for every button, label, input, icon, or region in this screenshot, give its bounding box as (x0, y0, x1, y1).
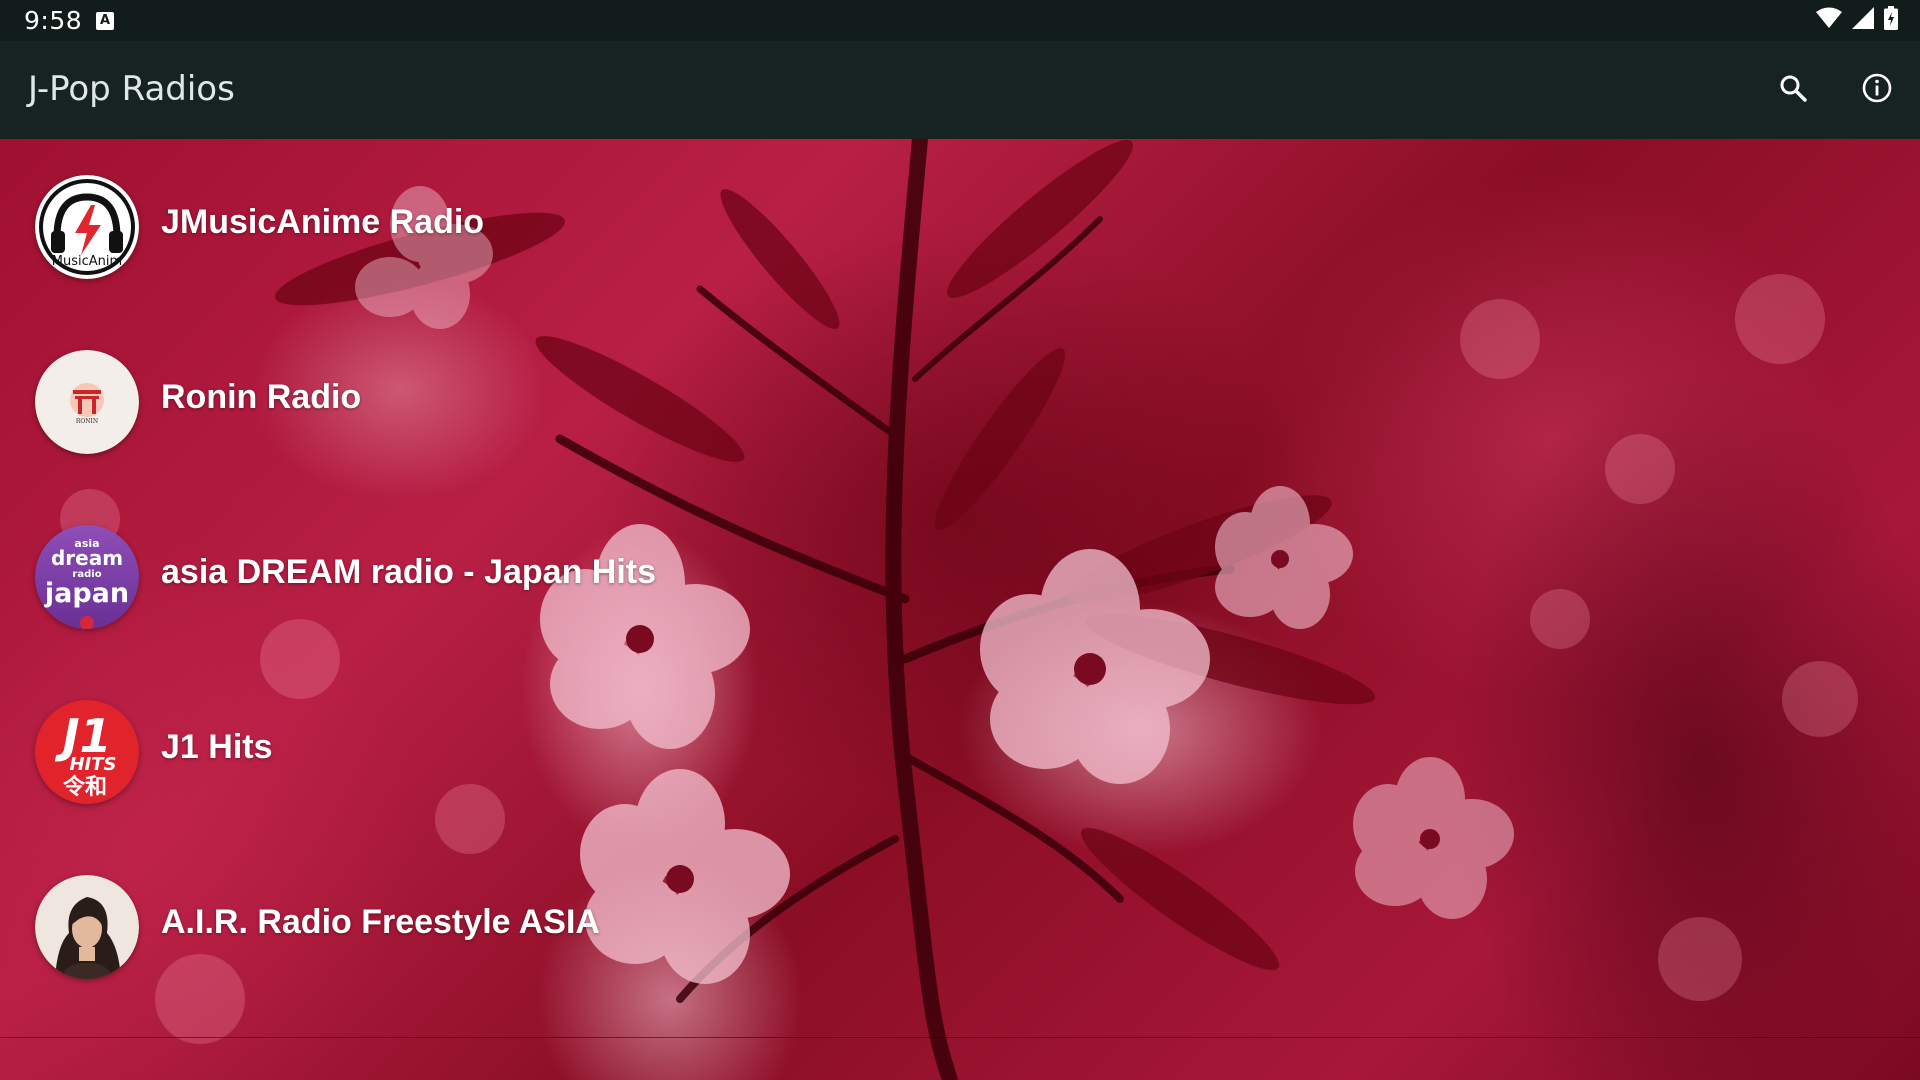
station-name: JMusicAnime Radio (161, 203, 485, 241)
station-item-air-radio[interactable]: A.I.R. Radio Freestyle ASIA (0, 839, 1920, 1014)
signal-icon (1852, 7, 1874, 33)
status-bar: 9:58 A (0, 0, 1920, 41)
app-title: J-Pop Radios (28, 69, 235, 109)
station-name: Ronin Radio (161, 378, 362, 416)
jmusicanime-logo: MusicAnim (35, 175, 139, 279)
svg-text:MusicAnim: MusicAnim (52, 254, 122, 269)
status-time: 9:58 (24, 6, 83, 35)
app-bar: J-Pop Radios (0, 41, 1920, 139)
svg-text:RONIN: RONIN (76, 418, 98, 425)
battery-icon (1884, 6, 1898, 34)
station-item-j1-hits[interactable]: J1 HITS 令和 J1 Hits (0, 664, 1920, 839)
wifi-icon (1816, 7, 1842, 33)
station-name: J1 Hits (161, 728, 273, 766)
svg-text:令和: 令和 (63, 774, 107, 800)
asia-dream-radio-logo: asia dream radio japan (35, 525, 139, 629)
station-list-area: MusicAnim JMusicAnime Radio RONIN Ronin … (0, 139, 1920, 1080)
info-button[interactable] (1854, 67, 1900, 113)
station-item-asia-dream[interactable]: asia dream radio japan asia DREAM radio … (0, 489, 1920, 664)
svg-text:japan: japan (44, 578, 129, 609)
search-icon (1778, 73, 1808, 107)
air-radio-portrait (35, 875, 139, 979)
station-name: A.I.R. Radio Freestyle ASIA (161, 903, 600, 941)
info-icon (1861, 72, 1893, 108)
svg-text:dream: dream (51, 546, 123, 570)
search-button[interactable] (1770, 67, 1816, 113)
ronin-logo: RONIN (35, 350, 139, 454)
station-item-ronin[interactable]: RONIN Ronin Radio (0, 314, 1920, 489)
station-item-jmusicanime[interactable]: MusicAnim JMusicAnime Radio (0, 139, 1920, 314)
svg-text:HITS: HITS (69, 754, 116, 775)
station-name: asia DREAM radio - Japan Hits (161, 553, 657, 591)
list-divider (0, 1037, 1920, 1038)
j1-hits-logo: J1 HITS 令和 (35, 700, 139, 804)
a-notification-icon: A (96, 12, 114, 30)
status-icons (1816, 6, 1898, 34)
